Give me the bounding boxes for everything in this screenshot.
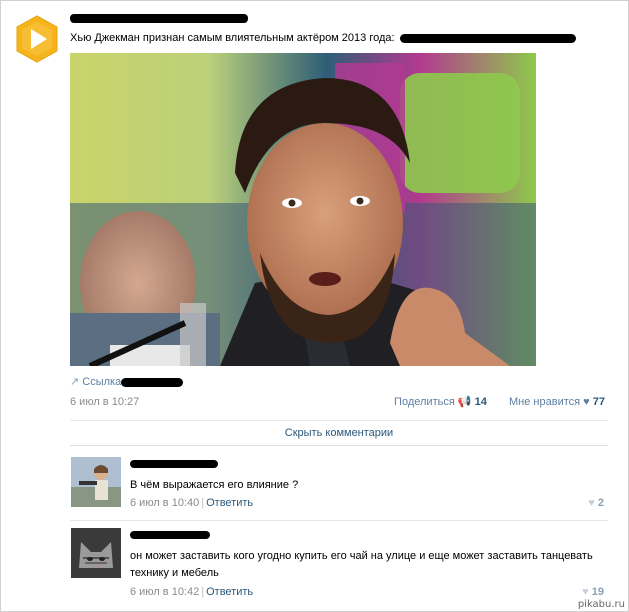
comment-avatar[interactable]	[71, 528, 121, 578]
comment-divider	[70, 520, 608, 521]
cat-photo-icon	[71, 528, 121, 578]
comment-text: В чём выражается его влияние ?	[130, 479, 299, 491]
comment-date[interactable]: 6 июл в 10:40	[130, 497, 199, 509]
post-link[interactable]: ↗ Ссылка	[70, 375, 184, 388]
comment-like-count: 19	[591, 586, 604, 598]
share-button[interactable]: Поделиться	[394, 396, 455, 408]
play-logo-icon	[16, 15, 58, 63]
post-photo[interactable]	[70, 53, 536, 366]
comment-author-redacted[interactable]	[130, 460, 218, 468]
heart-icon: ♥	[588, 497, 595, 509]
redacted-link-text	[121, 377, 184, 387]
link-arrow-icon: ↗	[70, 376, 80, 388]
comment-like-count: 2	[597, 497, 604, 509]
comment-author-redacted[interactable]	[130, 531, 210, 539]
reply-button[interactable]: Ответить	[206, 497, 253, 509]
link-label: Ссылка	[82, 376, 122, 388]
post-date[interactable]: 6 июл в 10:27	[70, 396, 139, 408]
comment-item: он может заставить кого угодно купить ег…	[70, 528, 608, 603]
comment-text: он может заставить кого угодно купить ег…	[130, 550, 593, 579]
like-button[interactable]: Мне нравится	[509, 396, 580, 408]
group-avatar[interactable]	[12, 14, 62, 64]
photo-of-man-at-press-conference-icon	[70, 53, 536, 366]
comment-like-button[interactable]: ♥ 19	[582, 586, 604, 598]
heart-icon: ♥	[583, 396, 590, 408]
pikabu-watermark: pikabu.ru	[577, 599, 625, 610]
author-name-redacted[interactable]	[70, 14, 248, 23]
post-text: Хью Джекман признан самым влиятельным ак…	[70, 32, 395, 44]
hide-comments-button[interactable]: Скрыть комментарии	[70, 420, 608, 446]
child-photo-icon	[71, 457, 121, 507]
reply-button[interactable]: Ответить	[206, 586, 253, 598]
megaphone-icon: 📢	[457, 396, 472, 408]
comment-date[interactable]: 6 июл в 10:42	[130, 586, 199, 598]
comment-avatar[interactable]	[71, 457, 121, 507]
like-count: 77	[592, 396, 605, 408]
redacted-link	[399, 33, 576, 43]
comment-like-button[interactable]: ♥ 2	[588, 497, 604, 509]
comment-item: В чём выражается его влияние ? 6 июл в 1…	[70, 457, 608, 517]
heart-icon: ♥	[582, 586, 589, 598]
share-count: 14	[474, 396, 487, 408]
